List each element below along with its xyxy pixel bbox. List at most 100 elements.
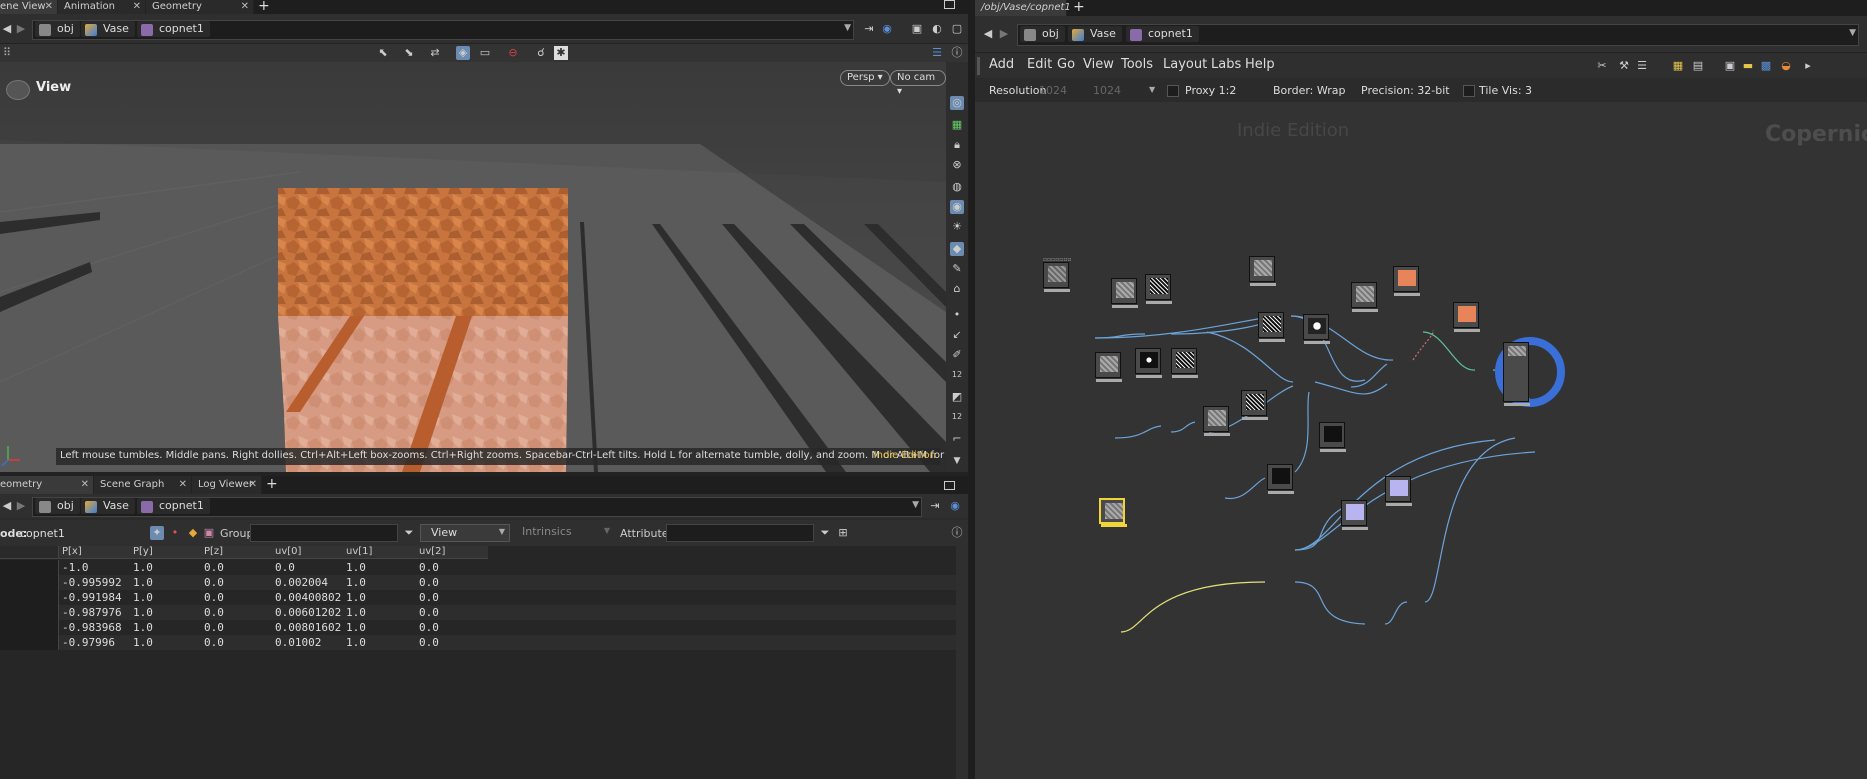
close-icon[interactable]: ✕ <box>249 476 257 494</box>
view-mode-icon[interactable]: ◎ <box>950 96 964 110</box>
network-node[interactable] <box>1203 406 1230 436</box>
close-icon[interactable]: ✕ <box>81 476 89 494</box>
path-crumb-copnet[interactable]: copnet1 <box>1126 26 1199 42</box>
menu-view[interactable]: View <box>1083 53 1114 77</box>
tile-vis-checkbox[interactable] <box>1463 85 1475 97</box>
table-row[interactable]: -0.97996 1.0 0.0 0.01002 1.0 0.0 <box>0 635 956 650</box>
camera-side-icon[interactable]: ⌂ <box>950 282 964 296</box>
menu-go[interactable]: Go <box>1057 53 1075 77</box>
column-header[interactable]: P[y] <box>133 546 153 557</box>
resolution-height-input[interactable]: 1024 <box>1093 84 1143 97</box>
texture-icon[interactable]: ▦ <box>950 118 964 132</box>
close-icon[interactable]: ✕ <box>241 0 249 14</box>
network-node[interactable] <box>1171 348 1198 378</box>
path-crumb-copnet[interactable]: copnet1 <box>137 21 210 37</box>
normal-icon[interactable]: ◩ <box>950 390 964 404</box>
lock-icon[interactable]: 🔒︎ <box>950 138 964 152</box>
column-header[interactable]: P[x] <box>62 546 82 557</box>
measure-icon[interactable]: ⌐ <box>950 432 964 446</box>
network-node[interactable] <box>1095 352 1122 382</box>
path-dropdown-arrow[interactable]: ▼ <box>912 500 919 510</box>
network-editor[interactable]: Indie Edition Copernic ▫▫▫▫▫▫▫ <box>975 102 1867 779</box>
brush-icon[interactable]: ✐ <box>950 348 964 362</box>
network-node[interactable] <box>1145 274 1172 304</box>
select-tool-icon[interactable]: ⬉ <box>376 46 390 60</box>
path-crumb-obj[interactable]: obj <box>1020 26 1065 42</box>
pin-icon[interactable]: ⇥ <box>862 22 876 36</box>
image-icon[interactable]: ▩ <box>1759 59 1773 73</box>
curve-icon[interactable]: ↙ <box>950 328 964 342</box>
camera-icon[interactable]: ◐ <box>930 22 944 36</box>
path-crumb-vase[interactable]: Vase <box>81 21 135 37</box>
window-icon[interactable]: ▢ <box>950 22 964 36</box>
viewport[interactable]: View Persp ▾ No cam ▾ Left mouse tumbles… <box>0 62 946 472</box>
menu-labs[interactable]: Labs <box>1211 53 1241 77</box>
proxy-checkbox[interactable] <box>1167 85 1179 97</box>
path-field[interactable]: obj Vase copnet1 ▼ <box>32 497 922 517</box>
column-header[interactable]: P[z] <box>204 546 223 557</box>
column-header[interactable]: uv[1] <box>346 546 372 557</box>
lighting-icon[interactable]: ◉ <box>950 200 964 214</box>
add-tab-button[interactable]: + <box>266 476 278 492</box>
move-tool-icon[interactable]: ⬊ <box>402 46 416 60</box>
edit-icon[interactable]: ✎ <box>950 262 964 276</box>
network-node[interactable] <box>1135 348 1162 378</box>
maximize-icon[interactable] <box>944 0 955 9</box>
menu-layout[interactable]: Layout <box>1163 53 1207 77</box>
ghost-icon[interactable]: ⊗ <box>950 158 964 172</box>
path-field[interactable]: obj Vase copnet1 ▼ <box>1017 24 1859 46</box>
table-row[interactable]: -0.995992 1.0 0.0 0.002004 1.0 0.0 <box>0 575 956 590</box>
close-icon[interactable]: ✕ <box>133 0 141 14</box>
path-crumb-vase[interactable]: Vase <box>81 498 135 514</box>
attributes-input[interactable] <box>666 524 814 542</box>
maximize-icon[interactable] <box>944 481 955 490</box>
tab-network-path[interactable]: /obj/Vase/copnet1 <box>975 0 1071 16</box>
add-tab-button[interactable]: + <box>1073 0 1085 15</box>
group-input[interactable] <box>250 524 398 542</box>
shading-icon[interactable]: ◍ <box>950 180 964 194</box>
back-arrow-icon[interactable]: ◀ <box>0 499 14 513</box>
path-crumb-vase[interactable]: Vase <box>1068 26 1122 42</box>
menu-add[interactable]: Add <box>989 53 1014 77</box>
network-node[interactable] <box>1319 422 1346 452</box>
tools-icon[interactable]: ✂ <box>1595 59 1609 73</box>
table-row[interactable]: -0.987976 1.0 0.0 0.00601202 1.0 0.0 <box>0 605 956 620</box>
output-node[interactable] <box>1503 342 1530 406</box>
transform-tool-icon[interactable]: ⇄ <box>428 46 442 60</box>
layout-icon[interactable]: ☰ <box>930 46 944 60</box>
tab-animation-editor[interactable]: Animation Editor✕ <box>58 0 146 26</box>
path-crumb-copnet[interactable]: copnet1 <box>137 498 210 514</box>
add-tab-button[interactable]: + <box>258 0 270 14</box>
snap-icon[interactable]: ☌ <box>534 46 548 60</box>
render-icon[interactable]: ◆ <box>950 242 964 256</box>
forward-arrow-icon[interactable]: ▶ <box>14 499 28 513</box>
list-icon[interactable]: ☰ <box>1635 59 1649 73</box>
back-arrow-icon[interactable]: ◀ <box>981 27 995 41</box>
persp-menu[interactable]: Persp ▾ <box>840 70 890 86</box>
column-header[interactable]: uv[2] <box>419 546 445 557</box>
network-node[interactable] <box>1258 312 1285 342</box>
table-row[interactable]: -0.983968 1.0 0.0 0.00801602 1.0 0.0 <box>0 620 956 635</box>
wrench-icon[interactable]: ⚒ <box>1617 59 1631 73</box>
number-icon[interactable]: 12 <box>950 368 964 382</box>
path-field[interactable]: obj Vase copnet1 ▼ <box>32 20 854 40</box>
menu-help[interactable]: Help <box>1245 53 1275 77</box>
filter-icon[interactable]: ⏷ <box>402 526 416 540</box>
back-arrow-icon[interactable]: ◀ <box>0 22 14 36</box>
sticky-note-icon[interactable]: ▬ <box>1741 59 1755 73</box>
more-icon[interactable]: ▸ <box>1801 59 1815 73</box>
help-icon[interactable]: ⓘ <box>950 46 964 60</box>
network-node[interactable] <box>1385 476 1412 506</box>
vertices-icon[interactable]: • <box>168 526 182 540</box>
pin-icon[interactable]: ⇥ <box>928 499 942 513</box>
light-bulb-icon[interactable]: ☀ <box>950 220 964 234</box>
network-node[interactable] <box>1351 282 1378 312</box>
handle-dots-icon[interactable]: ⠿ <box>0 46 14 60</box>
table-row[interactable]: -1.0 1.0 0.0 0.0 1.0 0.0 <box>0 560 956 575</box>
scroll-down-icon[interactable]: ▼ <box>950 454 964 468</box>
menu-edit[interactable]: Edit <box>1027 53 1052 77</box>
link-icon[interactable]: ◉ <box>880 22 894 36</box>
network-node[interactable] <box>1241 390 1268 420</box>
path-crumb-obj[interactable]: obj <box>35 21 80 37</box>
number-icon-2[interactable]: 12 <box>950 410 964 424</box>
